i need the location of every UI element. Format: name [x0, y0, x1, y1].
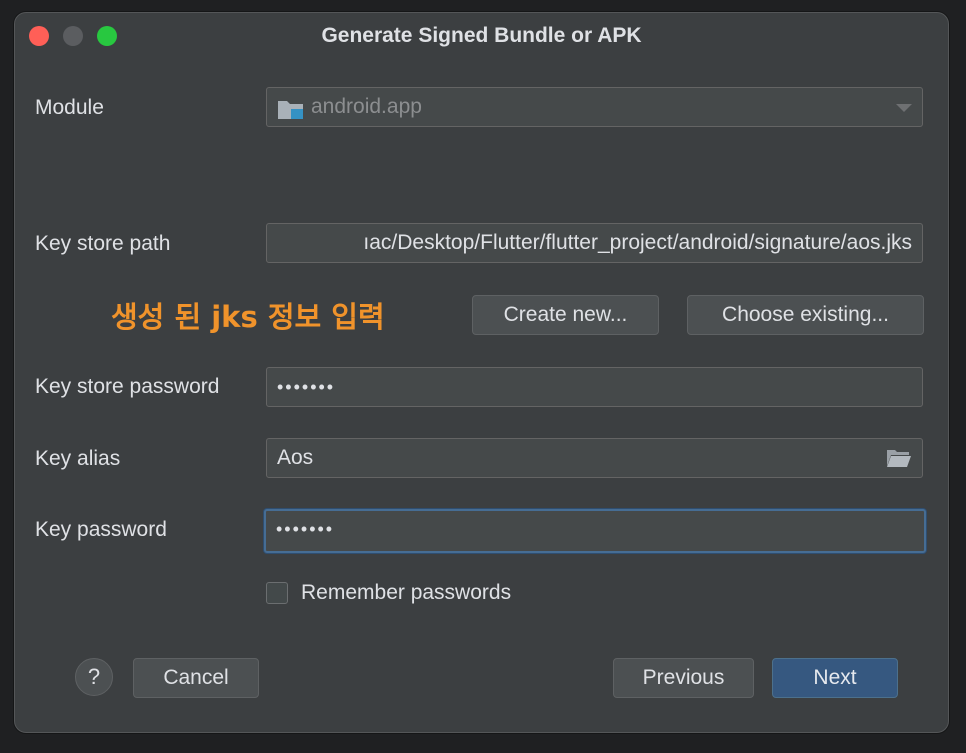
create-new-button[interactable]: Create new... — [472, 295, 659, 335]
remember-passwords-checkbox[interactable] — [266, 582, 288, 604]
key-store-password-input[interactable]: ••••••• — [266, 367, 923, 407]
signed-bundle-dialog: Generate Signed Bundle or APK Module and… — [14, 12, 949, 733]
remember-passwords-label[interactable]: Remember passwords — [301, 581, 511, 605]
dialog-title: Generate Signed Bundle or APK — [321, 24, 642, 47]
module-value: android.app — [311, 95, 422, 118]
chevron-down-icon — [896, 104, 912, 112]
key-store-path-value: ıac/Desktop/Flutter/flutter_project/andr… — [363, 231, 912, 254]
key-store-path-input[interactable]: ıac/Desktop/Flutter/flutter_project/andr… — [266, 223, 923, 263]
key-password-input[interactable]: ••••••• — [264, 509, 926, 553]
help-button[interactable]: ? — [75, 658, 113, 696]
module-folder-icon — [278, 101, 303, 119]
choose-existing-button[interactable]: Choose existing... — [687, 295, 924, 335]
open-folder-icon[interactable] — [886, 448, 912, 468]
module-label: Module — [35, 96, 104, 119]
module-select: android.app — [266, 87, 923, 127]
key-alias-value: Aos — [277, 446, 314, 469]
previous-button[interactable]: Previous — [613, 658, 754, 698]
next-button[interactable]: Next — [772, 658, 898, 698]
key-store-password-value: ••••••• — [277, 377, 336, 397]
korean-annotation: 생성 된 jks 정보 입력 — [111, 300, 385, 334]
key-store-path-label: Key store path — [35, 232, 171, 255]
title-bar: Generate Signed Bundle or APK — [15, 13, 948, 57]
cancel-button[interactable]: Cancel — [133, 658, 259, 698]
key-password-value: ••••••• — [276, 519, 335, 539]
key-password-label: Key password — [35, 518, 167, 541]
key-alias-input[interactable]: Aos — [266, 438, 923, 478]
key-alias-label: Key alias — [35, 447, 121, 470]
key-store-password-label: Key store password — [35, 375, 220, 398]
